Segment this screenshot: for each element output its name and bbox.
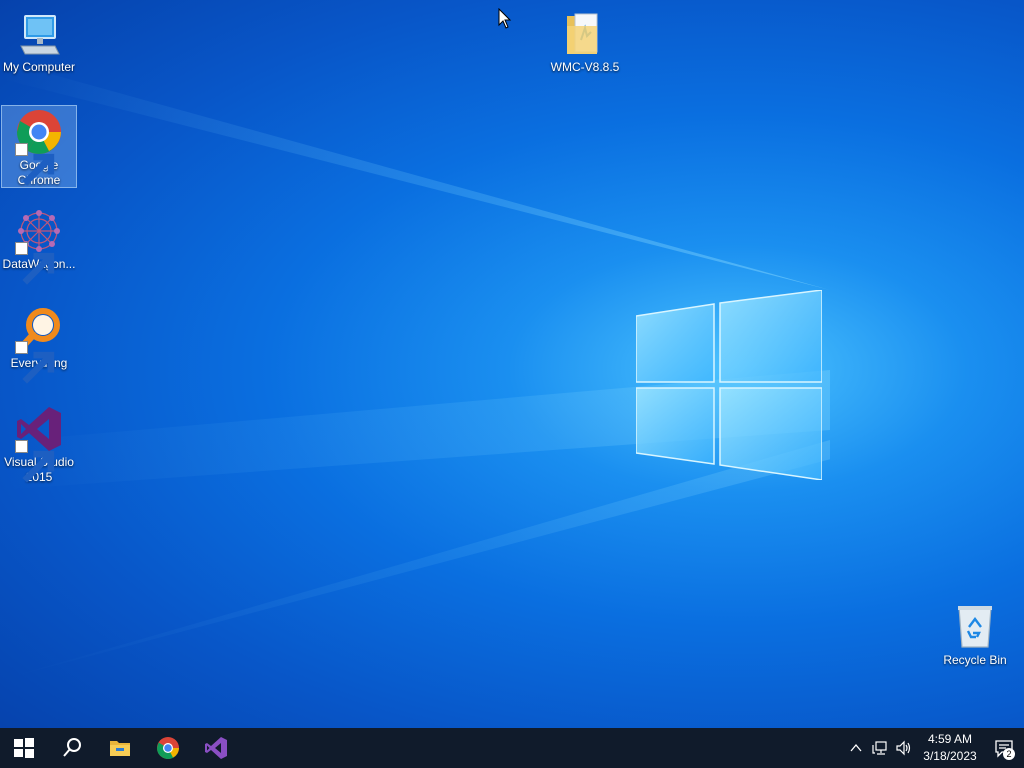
shortcut-arrow-icon [15, 242, 55, 285]
system-tray: 4:59 AM 3/18/2023 2 [844, 728, 1024, 768]
desktop-icon-recycle-bin[interactable]: Recycle Bin [937, 601, 1013, 668]
light-beam [0, 60, 830, 290]
search-button[interactable] [48, 728, 96, 768]
taskbar-clock[interactable]: 4:59 AM 3/18/2023 [916, 731, 984, 765]
network-button[interactable] [868, 728, 892, 768]
visual-studio-icon [205, 737, 227, 759]
show-hidden-icons-button[interactable] [844, 728, 868, 768]
file-explorer-icon [110, 741, 130, 756]
network-icon [872, 741, 887, 755]
volume-icon [896, 740, 911, 756]
datawagon-icon [15, 207, 63, 285]
notification-count-badge: 2 [1003, 748, 1015, 760]
desktop-icon-label: Recycle Bin [943, 653, 1007, 667]
volume-button[interactable] [892, 728, 916, 768]
desktop-icon-google-chrome[interactable]: Google Chrome [1, 105, 77, 188]
chrome-icon [157, 737, 179, 759]
search-icon [63, 738, 81, 757]
action-center-button[interactable]: 2 [984, 728, 1024, 768]
desktop-icon-label: My Computer [2, 60, 76, 74]
desktop-icon-my-computer[interactable]: My Computer [1, 8, 77, 75]
computer-icon [15, 10, 63, 58]
everything-icon [15, 306, 63, 384]
taskbar-visual-studio[interactable] [192, 728, 240, 768]
taskbar: 4:59 AM 3/18/2023 2 [0, 728, 1024, 768]
mouse-cursor-icon [498, 7, 512, 30]
windows-start-icon [14, 738, 34, 758]
chrome-icon [15, 108, 63, 186]
desktop-icon-wmc-folder[interactable]: WMC-V8.8.5 [547, 8, 623, 75]
recycle-bin-icon [951, 603, 999, 651]
clock-date: 3/18/2023 [923, 749, 977, 763]
taskbar-file-explorer[interactable] [96, 728, 144, 768]
desktop-icon-visual-studio-2015[interactable]: Visual Studio 2015 [1, 403, 77, 485]
shortcut-arrow-icon [15, 143, 55, 186]
shortcut-arrow-icon [15, 341, 55, 384]
desktop-icon-label: WMC-V8.8.5 [550, 60, 620, 74]
desktop-icon-everything[interactable]: Everything [1, 304, 77, 384]
shortcut-arrow-icon [15, 440, 55, 483]
desktop-icon-datawagon[interactable]: DataWagon... [1, 205, 77, 285]
chevron-up-icon [850, 743, 862, 752]
taskbar-chrome[interactable] [144, 728, 192, 768]
visual-studio-icon [15, 405, 63, 483]
folder-icon [561, 10, 609, 58]
start-button[interactable] [0, 728, 48, 768]
desktop-background [0, 0, 1024, 768]
windows-logo-wallpaper [635, 289, 823, 481]
clock-time: 4:59 AM [927, 732, 973, 746]
